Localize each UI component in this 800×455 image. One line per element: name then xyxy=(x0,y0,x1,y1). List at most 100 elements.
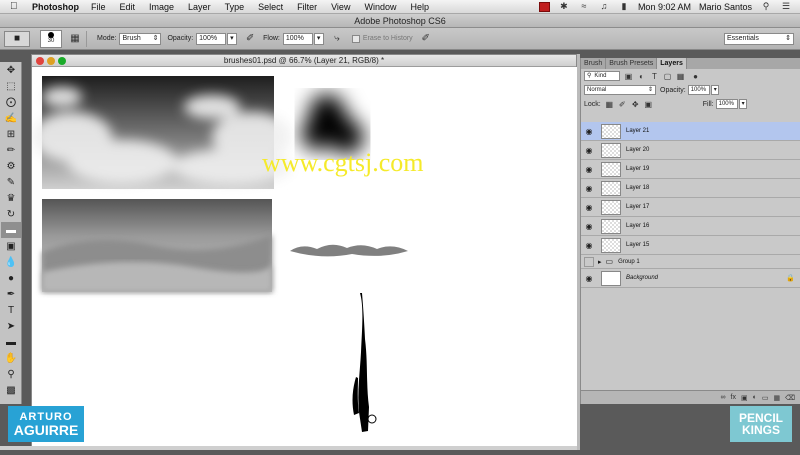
erase-history-checkbox[interactable] xyxy=(351,34,360,43)
layer-row[interactable]: ◉ Layer 18 xyxy=(581,179,800,198)
background-layer-row[interactable]: ◉ Background 🔒 xyxy=(581,269,800,288)
close-window-icon[interactable] xyxy=(36,57,44,65)
lock-all-icon[interactable]: ▣ xyxy=(644,100,653,109)
record-icon[interactable] xyxy=(538,1,550,12)
new-layer-icon[interactable]: ▦ xyxy=(773,394,780,402)
menu-image[interactable]: Image xyxy=(149,2,174,12)
hand-tool-icon[interactable]: ✋ xyxy=(1,350,21,366)
layer-row[interactable]: ◉ Layer 16 xyxy=(581,217,800,236)
crop-tool-icon[interactable]: ⊞ xyxy=(1,126,21,142)
eye-icon[interactable]: ◉ xyxy=(581,241,597,250)
tab-brush-presets[interactable]: Brush Presets xyxy=(606,58,658,69)
pressure-opacity-icon[interactable]: ✐ xyxy=(243,32,257,46)
menu-file[interactable]: File xyxy=(91,2,106,12)
bluetooth-icon[interactable]: ✱ xyxy=(558,2,570,11)
layer-row[interactable]: ◉ Layer 19 xyxy=(581,160,800,179)
tab-layers[interactable]: Layers xyxy=(657,58,687,69)
document-tab[interactable]: brushes01.psd @ 66.7% (Layer 21, RGB/8) … xyxy=(32,55,576,67)
layer-opacity-field[interactable]: 100% xyxy=(687,85,710,95)
flow-slider-toggle[interactable]: ▾ xyxy=(313,32,324,45)
path-selection-tool-icon[interactable]: ➤ xyxy=(1,318,21,334)
menu-layer[interactable]: Layer xyxy=(188,2,211,12)
clock[interactable]: Mon 9:02 AM xyxy=(638,2,691,12)
opacity-slider-toggle[interactable]: ▾ xyxy=(227,32,238,45)
fill-field[interactable]: 100% xyxy=(715,99,738,109)
canvas[interactable] xyxy=(32,67,578,450)
layer-style-icon[interactable]: fx xyxy=(731,394,736,401)
eraser-tool-icon[interactable]: ▬ xyxy=(1,222,21,238)
smart-object-filter-icon[interactable]: ▦ xyxy=(676,72,685,81)
eyedropper-tool-icon[interactable]: ✏ xyxy=(1,142,21,158)
disclosure-triangle-icon[interactable]: ▸ xyxy=(598,258,602,266)
type-filter-icon[interactable]: T xyxy=(650,72,659,81)
tab-brush[interactable]: Brush xyxy=(581,58,607,69)
shape-filter-icon[interactable]: ▢ xyxy=(663,72,672,81)
healing-brush-tool-icon[interactable]: ⚙ xyxy=(1,158,21,174)
menu-select[interactable]: Select xyxy=(258,2,283,12)
menu-edit[interactable]: Edit xyxy=(120,2,136,12)
group-row[interactable]: ▸ ▭ Group 1 xyxy=(581,255,800,269)
clone-stamp-tool-icon[interactable]: ♛ xyxy=(1,190,21,206)
blur-tool-icon[interactable]: 💧 xyxy=(1,254,21,270)
filter-kind-select[interactable]: ⚲ Kind xyxy=(584,71,620,81)
quick-select-tool-icon[interactable]: ✍ xyxy=(1,110,21,126)
adjustment-filter-icon[interactable]: ◐ xyxy=(637,72,646,81)
apple-icon[interactable]:  xyxy=(10,1,22,12)
eye-icon[interactable]: ◉ xyxy=(581,127,597,136)
brush-preset-picker[interactable]: 30 xyxy=(40,29,62,48)
user-name[interactable]: Mario Santos xyxy=(699,2,752,12)
zoom-tool-icon[interactable]: ⚲ xyxy=(1,366,21,382)
wifi-icon[interactable]: ≈ xyxy=(578,2,590,11)
dodge-tool-icon[interactable]: ● xyxy=(1,270,21,286)
zoom-window-icon[interactable] xyxy=(58,57,66,65)
trash-icon[interactable]: ⌫ xyxy=(785,394,795,402)
layer-row[interactable]: ◉ Layer 17 xyxy=(581,198,800,217)
layer-row[interactable]: ◉ Layer 20 xyxy=(581,141,800,160)
foreground-background-color-icon[interactable]: ▩ xyxy=(1,382,21,398)
flow-field[interactable]: 100% xyxy=(282,32,313,45)
eye-icon[interactable]: ◉ xyxy=(581,165,597,174)
adjustment-layer-icon[interactable]: ◐ xyxy=(753,394,757,401)
filter-toggle-icon[interactable]: ● xyxy=(691,72,700,81)
menu-help[interactable]: Help xyxy=(410,2,429,12)
brush-tool-icon[interactable]: ✎ xyxy=(1,174,21,190)
eye-icon[interactable]: ◉ xyxy=(581,184,597,193)
pixel-filter-icon[interactable]: ▣ xyxy=(624,72,633,81)
lasso-tool-icon[interactable]: ⨀ xyxy=(1,94,21,110)
add-mask-icon[interactable]: ▣ xyxy=(741,394,748,402)
lock-image-icon[interactable]: ✐ xyxy=(618,100,627,109)
shape-tool-icon[interactable]: ▬ xyxy=(1,334,21,350)
menu-view[interactable]: View xyxy=(331,2,350,12)
menu-type[interactable]: Type xyxy=(225,2,245,12)
history-brush-tool-icon[interactable]: ↻ xyxy=(1,206,21,222)
notification-center-icon[interactable]: ☰ xyxy=(780,2,792,11)
app-menu[interactable]: Photoshop xyxy=(32,2,79,12)
gradient-tool-icon[interactable]: ▣ xyxy=(1,238,21,254)
volume-icon[interactable]: ♫ xyxy=(598,2,610,11)
type-tool-icon[interactable]: T xyxy=(1,302,21,318)
menu-filter[interactable]: Filter xyxy=(297,2,317,12)
spotlight-icon[interactable]: ⚲ xyxy=(760,2,772,11)
opacity-field[interactable]: 100% xyxy=(196,32,227,45)
link-layers-icon[interactable]: ∞ xyxy=(721,394,726,401)
mode-select[interactable]: Brush ⇕ xyxy=(119,32,162,45)
lock-transparent-icon[interactable]: ▦ xyxy=(605,100,614,109)
airbrush-icon[interactable]: ⤷ xyxy=(330,32,344,46)
eye-icon[interactable]: ◉ xyxy=(581,203,597,212)
workspace-select[interactable]: Essentials ⇕ xyxy=(724,32,794,45)
eye-icon[interactable]: ◉ xyxy=(581,222,597,231)
lock-position-icon[interactable]: ✥ xyxy=(631,100,640,109)
battery-icon[interactable]: ▮ xyxy=(618,2,630,11)
eye-icon[interactable]: ◉ xyxy=(581,146,597,155)
menu-window[interactable]: Window xyxy=(364,2,396,12)
layer-row[interactable]: ◉ Layer 15 xyxy=(581,236,800,255)
visibility-toggle[interactable] xyxy=(584,256,594,267)
marquee-tool-icon[interactable]: ⬚ xyxy=(1,78,21,94)
new-group-icon[interactable]: ▭ xyxy=(762,394,769,402)
pressure-size-icon[interactable]: ✐ xyxy=(419,32,433,46)
pen-tool-icon[interactable]: ✒ xyxy=(1,286,21,302)
brush-panel-toggle-icon[interactable]: ▦ xyxy=(68,32,82,46)
tool-preset-picker[interactable]: ■ xyxy=(4,30,30,47)
blend-mode-select[interactable]: Normal ⇕ xyxy=(584,85,656,95)
layer-opacity-slider-toggle[interactable]: ▾ xyxy=(710,85,719,95)
